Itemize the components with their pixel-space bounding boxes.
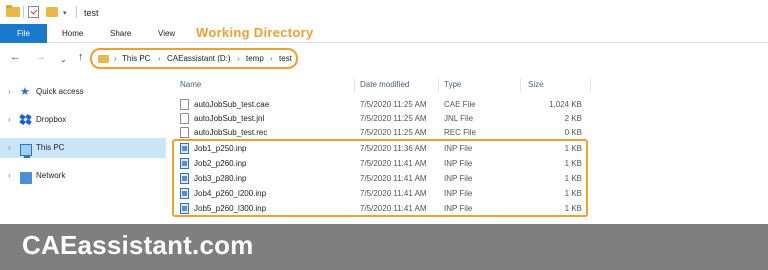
column-divider[interactable] (438, 78, 439, 92)
sidebar-item-dropbox[interactable]: › Dropbox (0, 110, 166, 130)
breadcrumb-drive[interactable]: CAEassistant (D:) (167, 54, 231, 63)
toolbar-divider (23, 6, 24, 18)
navigation-pane: › ★ Quick access › Dropbox › This PC › N… (0, 72, 166, 224)
working-directory-label: Working Directory (196, 25, 314, 40)
address-bar[interactable]: › This PC › CAEassistant (D:) › temp › t… (90, 48, 298, 69)
file-name: autoJobSub_test.cae (194, 100, 270, 109)
column-divider[interactable] (354, 78, 355, 92)
sidebar-item-quick-access[interactable]: › ★ Quick access (0, 82, 166, 102)
column-header-name[interactable]: Name (180, 80, 201, 89)
chevron-right-icon[interactable]: › (8, 171, 11, 180)
brand-watermark: CAEassistant.com (22, 230, 254, 260)
file-icon (180, 127, 189, 138)
table-row[interactable]: autoJobSub_test.jnl 7/5/2020 11:25 AM JN… (174, 112, 594, 126)
chevron-down-icon[interactable]: ▾ (63, 9, 67, 17)
file-name: autoJobSub_test.jnl (194, 114, 265, 123)
chevron-right-icon[interactable]: › (8, 143, 11, 152)
file-type: CAE File (444, 100, 476, 109)
inp-files-highlight (172, 139, 588, 217)
column-header-date[interactable]: Date modified (360, 80, 409, 89)
address-row: ← → ⌄ ↑ › This PC › CAEassistant (D:) › … (0, 44, 768, 72)
up-arrow-icon[interactable]: ↑ (78, 52, 84, 63)
tab-file[interactable]: File (0, 24, 47, 43)
ribbon: File Home Share View (0, 24, 768, 43)
table-row[interactable]: autoJobSub_test.cae 7/5/2020 11:25 AM CA… (174, 98, 594, 112)
file-size: 1,024 KB (549, 100, 582, 109)
forward-arrow-icon[interactable]: → (35, 52, 46, 63)
column-divider[interactable] (590, 78, 591, 92)
window-title: test (84, 8, 99, 18)
sidebar-item-label: Quick access (36, 87, 84, 96)
sidebar-item-label: This PC (36, 143, 65, 152)
dropbox-icon (19, 114, 32, 126)
toolbar-divider (76, 6, 77, 18)
column-divider[interactable] (520, 78, 521, 92)
column-header-size[interactable]: Size (528, 80, 544, 89)
breadcrumb-test[interactable]: test (279, 54, 292, 63)
new-folder-icon[interactable] (46, 7, 58, 17)
folder-icon (98, 55, 109, 63)
file-icon (180, 113, 189, 124)
breadcrumb-this-pc[interactable]: This PC (122, 54, 150, 63)
file-name: autoJobSub_test.rec (194, 128, 268, 137)
tab-share[interactable]: Share (110, 24, 131, 43)
sidebar-item-this-pc[interactable]: › This PC (0, 138, 166, 158)
properties-icon[interactable] (28, 6, 39, 18)
chevron-right-icon[interactable]: › (8, 115, 11, 124)
table-row[interactable]: autoJobSub_test.rec 7/5/2020 11:25 AM RE… (174, 126, 594, 140)
chevron-right-icon[interactable]: › (158, 54, 161, 63)
sidebar-item-label: Network (36, 171, 66, 180)
file-icon (180, 99, 189, 110)
chevron-down-icon[interactable]: ⌄ (60, 54, 67, 65)
column-header-type[interactable]: Type (444, 80, 461, 89)
breadcrumb-temp[interactable]: temp (246, 54, 264, 63)
chevron-right-icon[interactable]: › (8, 87, 11, 96)
chevron-right-icon[interactable]: › (114, 54, 117, 63)
chevron-right-icon[interactable]: › (270, 54, 273, 63)
file-size: 2 KB (564, 114, 582, 123)
file-date: 7/5/2020 11:25 AM (360, 128, 427, 137)
tab-view[interactable]: View (158, 24, 175, 43)
star-icon: ★ (20, 86, 30, 98)
sidebar-item-network[interactable]: › Network (0, 166, 166, 186)
tab-home[interactable]: Home (62, 24, 83, 43)
computer-icon (20, 144, 32, 158)
sidebar-item-label: Dropbox (36, 115, 67, 124)
file-type: REC File (444, 128, 477, 137)
file-date: 7/5/2020 11:25 AM (360, 100, 427, 109)
folder-icon (6, 5, 20, 17)
network-icon (20, 172, 32, 184)
file-size: 0 KB (564, 128, 582, 137)
chevron-right-icon[interactable]: › (237, 54, 240, 63)
title-bar: ▾ test (0, 0, 768, 24)
footer-banner: CAEassistant.com (0, 224, 768, 270)
file-date: 7/5/2020 11:25 AM (360, 114, 427, 123)
file-type: JNL File (444, 114, 474, 123)
back-arrow-icon[interactable]: ← (10, 52, 21, 63)
